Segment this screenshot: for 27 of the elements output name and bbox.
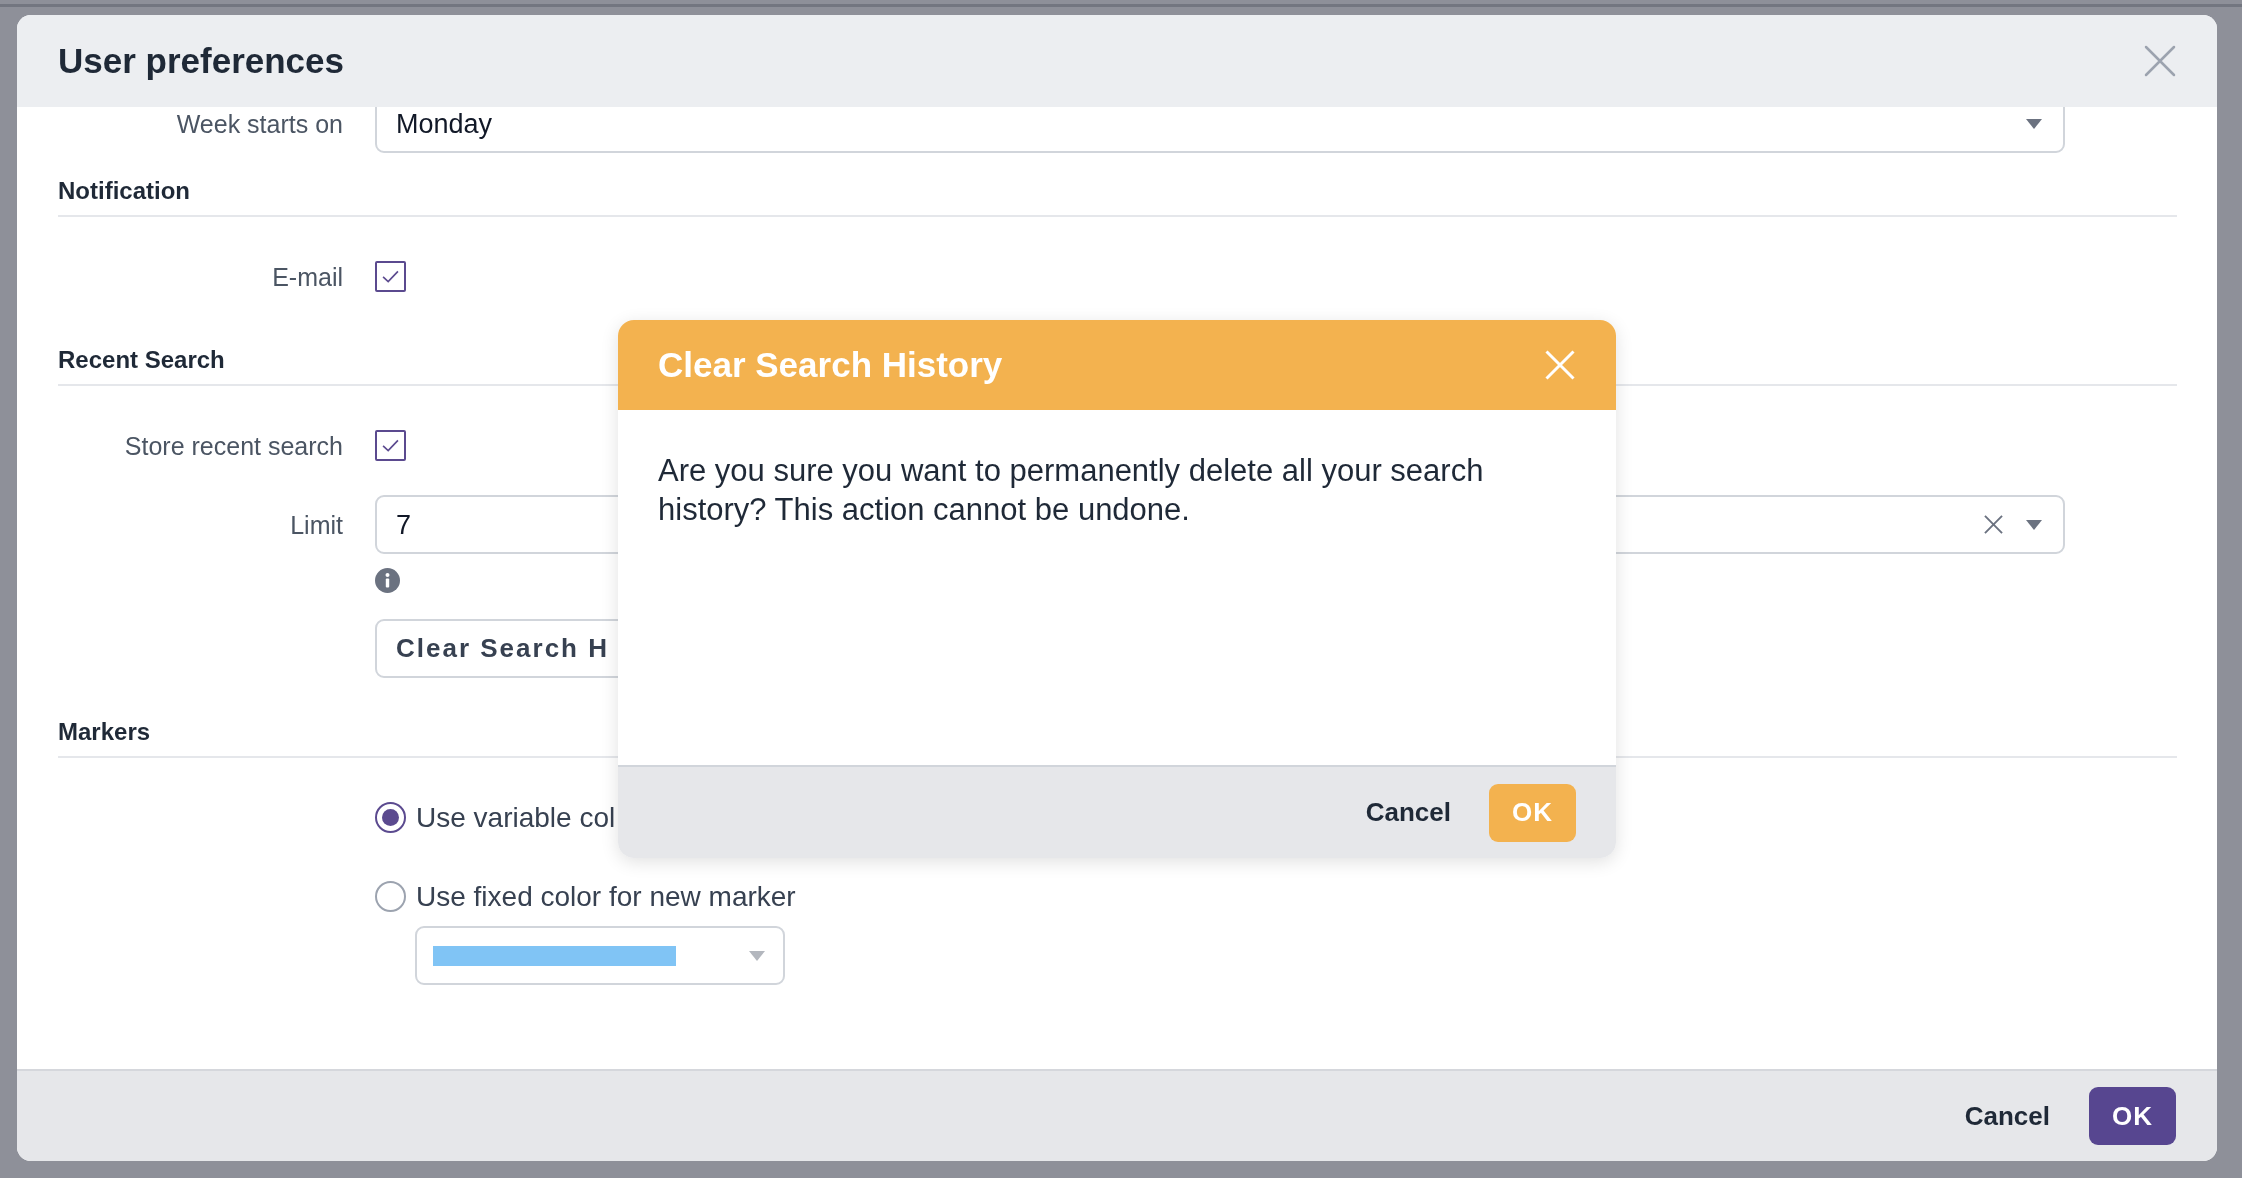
section-heading: Recent Search — [58, 345, 225, 375]
checkbox[interactable] — [375, 430, 406, 461]
field-label: Store recent search — [124, 431, 343, 460]
dropdown-field[interactable]: Monday — [375, 107, 2065, 153]
field-label: E-mail — [272, 262, 343, 291]
checkmark-icon — [382, 270, 399, 283]
caret-icon[interactable] — [2026, 118, 2042, 129]
section-heading: Notification — [58, 176, 190, 206]
radio-button[interactable] — [375, 802, 406, 833]
info-icon[interactable] — [375, 567, 400, 593]
radio-label: Use variable col — [416, 801, 616, 834]
confirm-message: Are you sure you want to permanently delete all your search history? This action cannot be undone. — [658, 452, 1485, 529]
section-heading: Markers — [58, 717, 151, 747]
ok-button[interactable]: OK — [2089, 1087, 2176, 1145]
field-label: Limit — [290, 510, 343, 539]
confirm-dialog-title: Clear Search History — [658, 345, 1003, 385]
dialog-title: User preferences — [58, 41, 344, 81]
field-label: Week starts on — [176, 109, 343, 138]
cancel-button[interactable]: Cancel — [1956, 1087, 2058, 1145]
cancel-button[interactable]: Cancel — [1357, 783, 1459, 842]
checkbox[interactable] — [375, 261, 406, 292]
clear-icon[interactable] — [1984, 515, 2003, 534]
color-dropdown[interactable] — [415, 926, 785, 985]
caret-icon[interactable] — [2026, 519, 2042, 530]
radio-button[interactable] — [375, 881, 406, 912]
checkmark-icon — [382, 439, 399, 452]
radio-label: Use fixed color for new marker — [416, 880, 796, 913]
